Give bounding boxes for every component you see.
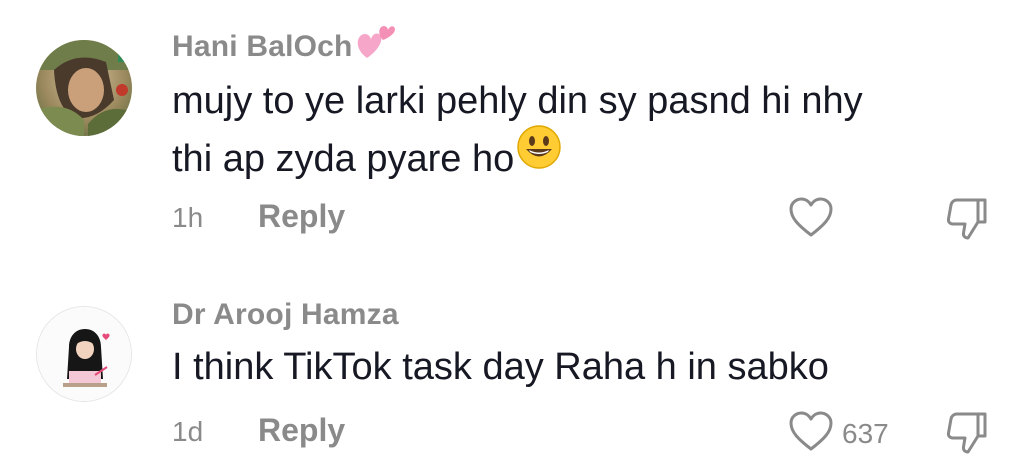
- heart-outline-icon[interactable]: [788, 196, 834, 243]
- comment-text-line: thi ap zyda pyare ho: [172, 125, 992, 188]
- dislike-button[interactable]: [944, 410, 990, 461]
- thumbs-down-outline-icon[interactable]: [944, 412, 990, 460]
- comment-time: 1h: [172, 202, 204, 233]
- dislike-button[interactable]: [944, 196, 990, 247]
- pink-hearts-icon: [355, 22, 397, 68]
- avatar[interactable]: [36, 306, 132, 402]
- reply-button[interactable]: Reply: [258, 412, 345, 449]
- username[interactable]: Hani BalOch: [172, 26, 397, 68]
- like-count: 637: [842, 417, 889, 449]
- thumbs-down-outline-icon[interactable]: [944, 198, 990, 246]
- comment-item: Hani BalOch mujy to ye larki pehly din s…: [0, 0, 1024, 260]
- heart-outline-icon[interactable]: [788, 410, 834, 457]
- comment-text-line: I think TikTok task day Raha h in sabko: [172, 346, 829, 388]
- reply-button[interactable]: Reply: [258, 198, 345, 235]
- comment-text-line: mujy to ye larki pehly din sy pasnd hi n…: [172, 80, 863, 122]
- username[interactable]: Dr Arooj Hamza: [172, 298, 399, 332]
- comment-text: mujy to ye larki pehly din sy pasnd hi n…: [172, 72, 992, 188]
- comment-time: 1d: [172, 416, 204, 447]
- comment-text-line-content: thi ap zyda pyare ho: [172, 138, 515, 180]
- comment-text: I think TikTok task day Raha h in sabko: [172, 338, 992, 396]
- like-button[interactable]: [788, 196, 834, 243]
- username-text[interactable]: Dr Arooj Hamza: [172, 298, 399, 331]
- avatar[interactable]: [36, 40, 132, 136]
- username-text[interactable]: Hani BalOch: [172, 30, 353, 63]
- like-button[interactable]: 637: [788, 410, 889, 457]
- comment-item: Dr Arooj Hamza I think TikTok task day R…: [0, 270, 1024, 464]
- grinning-face-icon: [516, 124, 562, 187]
